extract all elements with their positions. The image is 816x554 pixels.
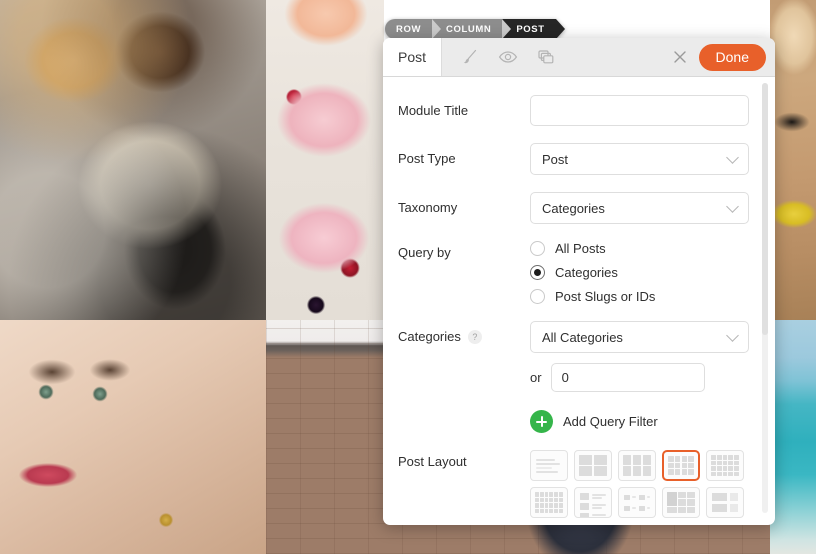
post-type-value: Post: [542, 151, 569, 167]
plus-circle-icon: [530, 410, 553, 433]
collage-photo-makeup-portrait: [0, 320, 266, 554]
categories-or-input[interactable]: [550, 363, 705, 392]
field-label-query-by: Query by: [398, 245, 451, 260]
collage-photo-desserts: [266, 0, 384, 320]
layout-grid-3x2-thumb[interactable]: [618, 450, 656, 481]
layout-grid-4x3-thumb[interactable]: [662, 450, 700, 481]
post-type-select[interactable]: Post: [530, 143, 749, 175]
panel-header-icon-group: [442, 38, 556, 76]
field-query-by: Query by All Posts Categories Post Slugs…: [383, 241, 775, 304]
field-control-categories: All Categories or Add Query Filter: [530, 321, 749, 433]
radio-label: All Posts: [555, 241, 606, 256]
field-module-title: Module Title: [383, 95, 775, 126]
breadcrumb-item-row[interactable]: ROW: [385, 19, 442, 39]
panel-header: Post Done: [383, 38, 775, 77]
radio-categories[interactable]: Categories: [530, 265, 749, 280]
field-control-post-type: Post: [530, 143, 749, 175]
screen: ROW COLUMN POST Post Done Module Title P…: [0, 0, 816, 554]
field-control-query-by: All Posts Categories Post Slugs or IDs: [530, 241, 749, 304]
layout-grid-5x4-thumb[interactable]: [706, 450, 744, 481]
taxonomy-select[interactable]: Categories: [530, 192, 749, 224]
layout-grid-6x4-thumb[interactable]: [530, 487, 568, 518]
field-control-taxonomy: Categories: [530, 192, 749, 224]
categories-or-row: or: [530, 363, 749, 392]
field-label-post-layout: Post Layout: [398, 454, 467, 469]
field-control-module-title: [530, 95, 749, 126]
categories-select[interactable]: All Categories: [530, 321, 749, 353]
or-label: or: [530, 370, 542, 385]
layout-scatter-grid-thumb[interactable]: [618, 487, 656, 518]
breadcrumb-label: POST: [516, 23, 545, 35]
collage-photo-beach-woman: [770, 0, 816, 320]
breadcrumb-label: COLUMN: [446, 23, 492, 35]
chevron-down-icon: [726, 151, 739, 164]
field-taxonomy: Taxonomy Categories: [383, 192, 775, 224]
field-post-layout: Post Layout: [383, 450, 775, 518]
radio-icon-selected: [530, 265, 545, 280]
field-label-post-type: Post Type: [398, 151, 456, 166]
taxonomy-value: Categories: [542, 200, 605, 216]
collage-photo-mother-daughter: [0, 0, 266, 320]
close-icon[interactable]: [669, 46, 691, 68]
layout-media-list-thumb[interactable]: [574, 487, 612, 518]
add-query-filter-button[interactable]: Add Query Filter: [530, 410, 749, 433]
radio-icon: [530, 289, 545, 304]
breadcrumb: ROW COLUMN POST: [385, 19, 565, 39]
collage-photo-turquoise-sea: [770, 320, 816, 554]
breadcrumb-label: ROW: [396, 23, 422, 35]
chevron-down-icon: [726, 200, 739, 213]
field-label-categories-text: Categories: [398, 329, 461, 344]
radio-icon: [530, 241, 545, 256]
panel-scrollbar-thumb[interactable]: [762, 83, 768, 335]
field-control-post-layout: [530, 450, 749, 518]
breadcrumb-item-post[interactable]: POST: [502, 19, 565, 39]
breadcrumb-item-column[interactable]: COLUMN: [432, 19, 512, 39]
tab-post-label: Post: [398, 49, 427, 65]
done-button[interactable]: Done: [698, 43, 766, 71]
duplicate-icon[interactable]: [536, 47, 556, 67]
brush-icon[interactable]: [460, 47, 480, 67]
post-layout-thumbnail-grid: [530, 450, 749, 518]
radio-post-slugs-or-ids[interactable]: Post Slugs or IDs: [530, 289, 749, 304]
layout-sidebar-blocks-thumb[interactable]: [706, 487, 744, 518]
help-icon[interactable]: ?: [467, 329, 482, 344]
field-post-type: Post Type Post: [383, 143, 775, 175]
field-label-taxonomy: Taxonomy: [398, 200, 458, 215]
layout-grid-2x2-thumb[interactable]: [574, 450, 612, 481]
eye-icon[interactable]: [498, 47, 518, 67]
layout-list-thumb[interactable]: [530, 450, 568, 481]
module-title-input[interactable]: [530, 95, 749, 126]
categories-value: All Categories: [542, 329, 623, 345]
panel-scrollbar[interactable]: [762, 83, 768, 513]
panel-header-actions: Done: [669, 38, 775, 76]
add-query-filter-label: Add Query Filter: [563, 414, 658, 429]
panel-body: Module Title Post Type Post Taxonomy Cat…: [383, 77, 775, 525]
layout-masonry-mixed-thumb[interactable]: [662, 487, 700, 518]
field-label-categories: Categories ?: [398, 321, 530, 344]
field-label-module-title: Module Title: [398, 103, 469, 118]
post-settings-panel: Post Done Module Title Post Type Post Ta…: [383, 38, 775, 525]
chevron-down-icon: [726, 329, 739, 342]
radio-label: Categories: [555, 265, 618, 280]
radio-all-posts[interactable]: All Posts: [530, 241, 749, 256]
tab-post[interactable]: Post: [383, 38, 443, 76]
field-categories: Categories ? All Categories or Add Query…: [383, 321, 775, 433]
radio-label: Post Slugs or IDs: [555, 289, 656, 304]
